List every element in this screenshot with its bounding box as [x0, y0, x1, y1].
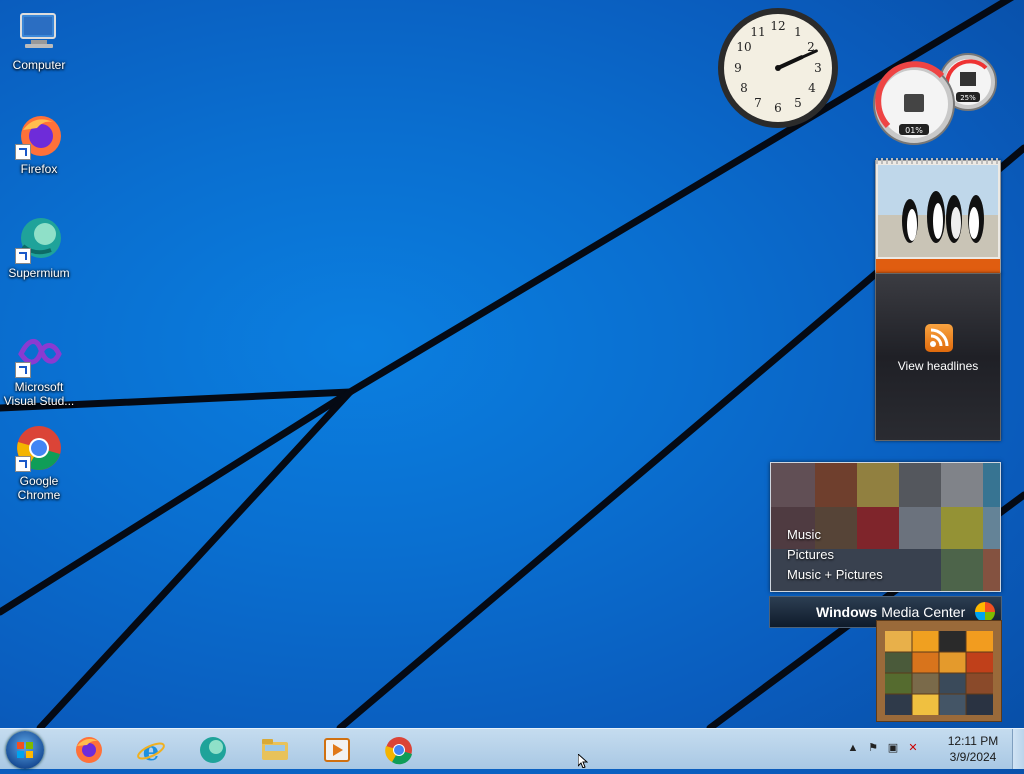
- desktop-icon-visual-studio[interactable]: Microsoft Visual Stud...: [3, 330, 75, 408]
- brand-bold: Windows: [816, 604, 878, 620]
- svg-text:6: 6: [774, 101, 782, 115]
- shortcut-arrow-icon: [15, 362, 31, 378]
- desktop-icon-computer[interactable]: Computer: [3, 8, 75, 72]
- mouse-cursor-icon: [578, 754, 588, 768]
- taskbar-clock[interactable]: 12:11 PM 3/9/2024: [938, 733, 1008, 765]
- visual-studio-icon: [15, 330, 63, 378]
- taskbar-chrome[interactable]: [372, 731, 426, 767]
- menu-item-music-pictures[interactable]: Music + Pictures: [787, 565, 883, 585]
- media-center-menu: Music Pictures Music + Pictures: [787, 525, 883, 585]
- slideshow-binder-rings: [876, 158, 1000, 164]
- view-headlines-link[interactable]: View headlines: [876, 359, 1000, 373]
- slideshow-toolbar: [876, 259, 1000, 273]
- puzzle-tiles: [885, 631, 993, 715]
- shortcut-arrow-icon: [15, 456, 31, 472]
- taskbar: e ▲ ⚑ ▣ ✕ 12:11 PM 3/9/2024: [0, 728, 1024, 769]
- taskbar-media-player[interactable]: [310, 731, 364, 767]
- memory-percent: 25%: [960, 94, 976, 102]
- svg-text:7: 7: [754, 96, 762, 110]
- desktop-icon-firefox[interactable]: Firefox: [3, 112, 75, 176]
- shortcut-arrow-icon: [15, 144, 31, 160]
- desktop-icon-label: Computer: [12, 58, 66, 72]
- clock-time: 12:11 PM: [947, 734, 999, 748]
- svg-text:11: 11: [750, 25, 765, 39]
- desktop-icon-supermium[interactable]: Supermium: [3, 216, 75, 280]
- menu-item-music[interactable]: Music: [787, 525, 883, 545]
- svg-text:1: 1: [794, 25, 802, 39]
- chrome-icon: [15, 424, 63, 472]
- desktop-icon-label: Microsoft: [14, 380, 64, 394]
- brand-rest: Media Center: [877, 604, 966, 620]
- windows-logo-icon: [17, 742, 33, 758]
- feed-headlines-gadget[interactable]: View headlines: [875, 273, 1001, 441]
- shortcut-arrow-icon: [15, 248, 31, 264]
- supermium-icon: [200, 737, 226, 763]
- computer-icon: [15, 8, 63, 56]
- taskbar-firefox[interactable]: [62, 731, 116, 767]
- desktop-icon-label: Chrome: [17, 488, 61, 502]
- cpu-meter-gadget[interactable]: 25% 01%: [872, 52, 1002, 148]
- svg-text:3: 3: [814, 61, 822, 75]
- desktop-icon-chrome[interactable]: Google Chrome: [3, 424, 75, 502]
- media-center-title: Windows Media Center: [816, 604, 965, 620]
- flag-icon[interactable]: ⚑: [866, 741, 880, 755]
- chrome-icon: [385, 737, 412, 765]
- firefox-icon: [15, 112, 63, 160]
- rss-icon: [925, 324, 953, 352]
- svg-text:12: 12: [770, 19, 785, 33]
- folder-icon: [262, 739, 288, 760]
- penguin-photo: [878, 165, 998, 257]
- desktop-icon-label: Google: [19, 474, 59, 488]
- clock-date: 3/9/2024: [949, 750, 997, 764]
- svg-text:8: 8: [740, 81, 748, 95]
- svg-text:9: 9: [734, 61, 742, 75]
- volume-muted-icon[interactable]: ✕: [906, 741, 920, 755]
- show-desktop-button[interactable]: [1012, 729, 1024, 769]
- clock-gadget[interactable]: 12 12 345 678 91011: [716, 6, 840, 130]
- cpu-percent: 01%: [905, 126, 923, 135]
- svg-text:4: 4: [808, 81, 816, 95]
- network-icon[interactable]: ▣: [886, 741, 900, 755]
- chevron-up-icon[interactable]: ▲: [846, 741, 860, 755]
- picture-puzzle-gadget[interactable]: [876, 620, 1002, 722]
- media-player-icon: [324, 738, 350, 762]
- desktop-icon-label: Supermium: [8, 266, 70, 280]
- desktop-icon-label: Firefox: [20, 162, 58, 176]
- slideshow-gadget[interactable]: [875, 158, 1001, 274]
- menu-item-pictures[interactable]: Pictures: [787, 545, 883, 565]
- windows-logo-icon: [975, 602, 995, 622]
- firefox-icon: [76, 737, 102, 763]
- desktop-icon-label: Visual Stud...: [3, 394, 75, 408]
- supermium-icon: [15, 216, 63, 264]
- taskbar-file-explorer[interactable]: [248, 731, 302, 767]
- svg-text:e: e: [143, 737, 160, 765]
- taskbar-internet-explorer[interactable]: e: [124, 731, 178, 767]
- media-center-gadget[interactable]: Music Pictures Music + Pictures: [770, 462, 1001, 592]
- start-button[interactable]: [6, 731, 44, 769]
- svg-text:10: 10: [736, 40, 751, 54]
- internet-explorer-icon: e: [137, 737, 165, 765]
- svg-text:5: 5: [794, 96, 802, 110]
- taskbar-supermium[interactable]: [186, 731, 240, 767]
